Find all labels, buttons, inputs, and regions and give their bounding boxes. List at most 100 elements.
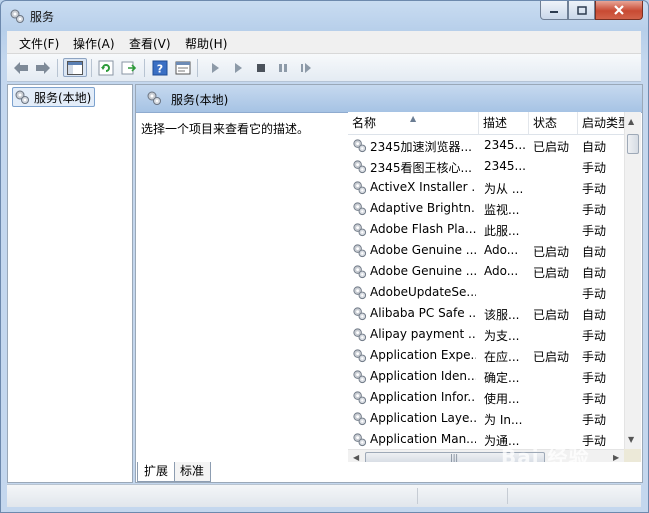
service-name: Adobe Genuine ...: [370, 243, 476, 257]
table-row[interactable]: ActiveX Installer ... 为从 ... 手动: [348, 177, 624, 198]
scroll-up-icon[interactable]: ▲: [628, 117, 634, 126]
restart-service-button[interactable]: [296, 58, 316, 77]
maximize-button[interactable]: [568, 1, 595, 20]
service-name: Alipay payment ...: [370, 327, 476, 341]
service-startup-type: 手动: [582, 371, 607, 385]
service-startup-type: 手动: [582, 161, 607, 175]
service-status: 已启动: [533, 350, 570, 364]
vertical-scroll-thumb[interactable]: [627, 134, 639, 154]
export-list-button[interactable]: [119, 58, 139, 77]
service-gear-icon: [353, 223, 367, 237]
menu-view[interactable]: 查看(V): [129, 35, 171, 52]
refresh-button[interactable]: [96, 58, 116, 77]
vertical-scrollbar[interactable]: ▲ ▼: [624, 112, 641, 449]
services-gear-icon: [15, 90, 29, 104]
service-name: Adobe Flash Pla...: [370, 222, 476, 236]
service-description-cell: 2345...: [484, 159, 526, 173]
menu-help[interactable]: 帮助(H): [185, 35, 227, 52]
table-row[interactable]: Application Infor... 使用... 手动: [348, 387, 624, 408]
service-description-cell: 该服...: [484, 308, 520, 322]
service-name: Application Iden...: [370, 369, 476, 383]
minimize-button[interactable]: [540, 1, 568, 20]
services-gear-icon: [10, 9, 24, 23]
services-gear-icon: [147, 91, 161, 105]
service-name: AdobeUpdateSe...: [370, 285, 476, 299]
table-row[interactable]: Adobe Flash Pla... 此服... 手动: [348, 219, 624, 240]
details-pane-title: 服务(本地): [171, 93, 229, 107]
restart-icon: [301, 62, 311, 73]
service-name: ActiveX Installer ...: [370, 180, 476, 194]
service-gear-icon: [353, 433, 367, 447]
service-name: Application Man...: [370, 432, 476, 446]
maximize-icon: [576, 5, 587, 15]
table-row[interactable]: 2345加速浏览器... 2345... 已启动 自动: [348, 135, 624, 156]
service-startup-type: 手动: [582, 203, 607, 217]
service-status: 已启动: [533, 140, 570, 154]
table-row[interactable]: 2345看图王核心... 2345... 手动: [348, 156, 624, 177]
table-row[interactable]: Alibaba PC Safe ... 该服... 已启动 自动: [348, 303, 624, 324]
start-service-alt-button[interactable]: [228, 58, 248, 77]
scroll-down-icon[interactable]: ▼: [628, 435, 634, 444]
service-name: 2345看图王核心...: [370, 161, 472, 175]
tab-standard[interactable]: 标准: [173, 462, 212, 482]
service-description-cell: 此服...: [484, 224, 520, 238]
scroll-right-icon[interactable]: ▶: [613, 453, 619, 462]
details-pane-header: 服务(本地): [136, 85, 642, 113]
pause-service-button[interactable]: [273, 58, 293, 77]
service-description-cell: 为从 ...: [484, 182, 524, 196]
tree-node-label: 服务(本地): [34, 90, 92, 105]
service-gear-icon: [353, 202, 367, 216]
show-hide-console-tree-button[interactable]: [63, 58, 87, 77]
menu-file[interactable]: 文件(F): [19, 35, 59, 52]
service-name: Application Expe...: [370, 348, 476, 362]
play-icon: [235, 62, 242, 73]
sort-ascending-icon: ▲: [410, 114, 417, 123]
details-pane: 服务(本地) 选择一个项目来查看它的描述。 ▲ 名称 描述 状态 启动类型 23…: [135, 84, 643, 483]
stop-service-button[interactable]: [251, 58, 271, 77]
back-button[interactable]: [11, 58, 31, 77]
column-name[interactable]: ▲ 名称: [348, 112, 479, 134]
service-startup-type: 手动: [582, 413, 607, 427]
menu-action[interactable]: 操作(A): [73, 35, 115, 52]
table-row[interactable]: Adaptive Brightn... 监视... 手动: [348, 198, 624, 219]
service-description-cell: Ado...: [484, 243, 519, 257]
service-description-cell: 2345...: [484, 138, 526, 152]
properties-button[interactable]: [173, 58, 193, 77]
tree-node-services-local[interactable]: 服务(本地): [12, 87, 96, 107]
table-row[interactable]: AdobeUpdateSe... 手动: [348, 282, 624, 303]
table-row[interactable]: Adobe Genuine ... Ado... 已启动 自动: [348, 240, 624, 261]
window-title: 服务: [30, 10, 55, 24]
pause-icon: [279, 63, 287, 72]
service-startup-type: 自动: [582, 140, 607, 154]
column-startup-type[interactable]: 启动类型: [578, 112, 624, 134]
column-description[interactable]: 描述: [479, 112, 529, 134]
scroll-grip-icon: |||: [450, 453, 459, 462]
service-description: 选择一个项目来查看它的描述。: [141, 122, 310, 136]
service-name: Alibaba PC Safe ...: [370, 306, 476, 320]
title-bar[interactable]: 服务: [1, 1, 648, 31]
table-row[interactable]: Application Iden... 确定... 手动: [348, 366, 624, 387]
service-gear-icon: [353, 370, 367, 384]
service-status: 已启动: [533, 308, 570, 322]
table-row[interactable]: Alipay payment ... 为支... 手动: [348, 324, 624, 345]
table-row[interactable]: Adobe Genuine ... Ado... 已启动 自动: [348, 261, 624, 282]
start-service-button[interactable]: [205, 58, 225, 77]
help-button[interactable]: ?: [150, 58, 170, 77]
column-status[interactable]: 状态: [529, 112, 578, 134]
service-status: 已启动: [533, 266, 570, 280]
table-row[interactable]: Application Laye... 为 In... 手动: [348, 408, 624, 429]
tab-extended[interactable]: 扩展: [137, 462, 176, 482]
forward-button[interactable]: [33, 58, 53, 77]
service-description-cell: 监视...: [484, 203, 520, 217]
toolbar: ?: [7, 54, 641, 82]
service-startup-type: 手动: [582, 182, 607, 196]
service-gear-icon: [353, 391, 367, 405]
service-description-cell: 确定...: [484, 371, 520, 385]
scroll-left-icon[interactable]: ◀: [353, 453, 359, 462]
services-list: ▲ 名称 描述 状态 启动类型 2345加速浏览器...2345...已启动自动…: [348, 112, 641, 462]
service-startup-type: 自动: [582, 266, 607, 280]
service-gear-icon: [353, 328, 367, 342]
table-row[interactable]: Application Expe... 在应... 已启动 手动: [348, 345, 624, 366]
service-description-cell: 在应...: [484, 350, 520, 364]
close-button[interactable]: [595, 1, 643, 20]
